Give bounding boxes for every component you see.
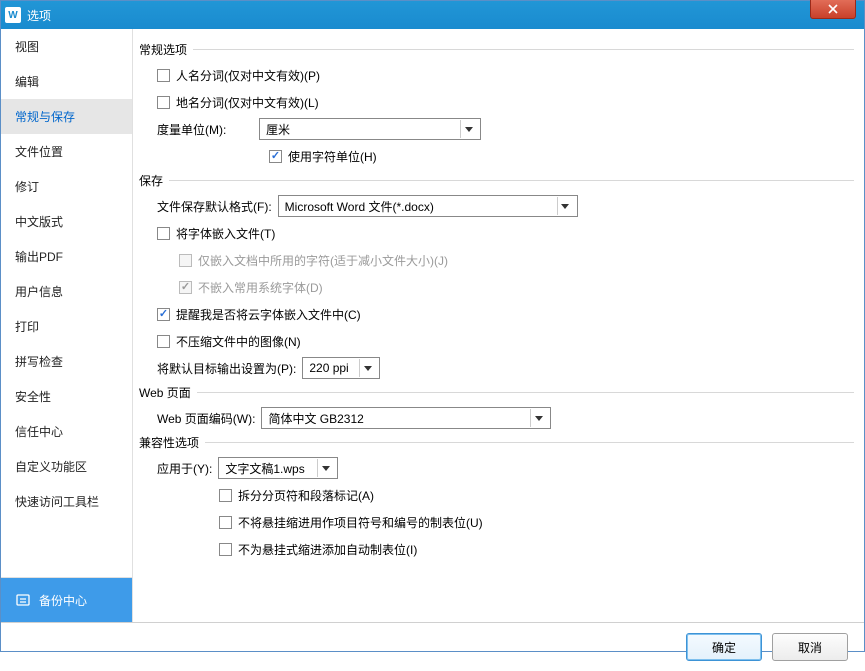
close-button[interactable] xyxy=(810,0,856,19)
checkbox-no-compress[interactable] xyxy=(157,335,170,348)
section-web: Web 页面 xyxy=(139,384,854,401)
checkbox-no-embed-sys xyxy=(179,281,192,294)
select-web-encoding-value: 简体中文 GB2312 xyxy=(268,410,363,427)
checkbox-compat-3[interactable] xyxy=(219,543,232,556)
app-icon: W xyxy=(5,7,21,23)
label-remind-cloud: 提醒我是否将云字体嵌入文件中(C) xyxy=(176,306,361,323)
checkbox-place-split[interactable] xyxy=(157,96,170,109)
chevron-down-icon xyxy=(460,120,476,138)
checkbox-compat-2[interactable] xyxy=(219,516,232,529)
select-unit[interactable]: 厘米 xyxy=(259,118,481,140)
label-compat-2: 不将悬挂缩进用作项目符号和编号的制表位(U) xyxy=(238,514,483,531)
select-web-encoding[interactable]: 简体中文 GB2312 xyxy=(261,407,551,429)
content-pane: 常规选项 人名分词(仅对中文有效)(P) 地名分词(仅对中文有效)(L) 度量单… xyxy=(133,29,864,622)
label-place-split: 地名分词(仅对中文有效)(L) xyxy=(176,94,319,111)
label-web-encoding: Web 页面编码(W): xyxy=(157,410,255,427)
divider xyxy=(169,180,854,181)
sidebar-items: 视图 编辑 常规与保存 文件位置 修订 中文版式 输出PDF 用户信息 打印 拼… xyxy=(1,29,132,578)
sidebar-item-output-pdf[interactable]: 输出PDF xyxy=(1,239,132,274)
checkbox-embed-only-used xyxy=(179,254,192,267)
sidebar-item-print[interactable]: 打印 xyxy=(1,309,132,344)
sidebar-item-revision[interactable]: 修订 xyxy=(1,169,132,204)
select-default-res[interactable]: 220 ppi xyxy=(302,357,380,379)
backup-center-button[interactable]: 备份中心 xyxy=(1,578,132,622)
window-title: 选项 xyxy=(27,7,51,24)
select-default-res-value: 220 ppi xyxy=(309,361,348,375)
checkbox-person-split[interactable] xyxy=(157,69,170,82)
content-scroll[interactable]: 常规选项 人名分词(仅对中文有效)(P) 地名分词(仅对中文有效)(L) 度量单… xyxy=(133,29,864,622)
sidebar-item-security[interactable]: 安全性 xyxy=(1,379,132,414)
select-unit-value: 厘米 xyxy=(266,121,290,138)
sidebar-item-customize-ribbon[interactable]: 自定义功能区 xyxy=(1,449,132,484)
ok-button[interactable]: 确定 xyxy=(686,633,762,661)
sidebar-item-spellcheck[interactable]: 拼写检查 xyxy=(1,344,132,379)
chevron-down-icon xyxy=(557,197,573,215)
checkbox-char-unit[interactable] xyxy=(269,150,282,163)
label-default-res: 将默认目标输出设置为(P): xyxy=(157,360,296,377)
section-save: 保存 xyxy=(139,172,854,189)
label-person-split: 人名分词(仅对中文有效)(P) xyxy=(176,67,320,84)
chevron-down-icon xyxy=(359,359,375,377)
sidebar-item-edit[interactable]: 编辑 xyxy=(1,64,132,99)
sidebar-item-quick-access[interactable]: 快速访问工具栏 xyxy=(1,484,132,519)
sidebar: 视图 编辑 常规与保存 文件位置 修订 中文版式 输出PDF 用户信息 打印 拼… xyxy=(1,29,133,622)
titlebar: W 选项 xyxy=(1,1,864,29)
section-compat: 兼容性选项 xyxy=(139,434,854,451)
sidebar-item-general-save[interactable]: 常规与保存 xyxy=(1,99,132,134)
sidebar-item-view[interactable]: 视图 xyxy=(1,29,132,64)
section-general: 常规选项 xyxy=(139,41,854,58)
checkbox-compat-1[interactable] xyxy=(219,489,232,502)
dialog-footer: 确定 取消 xyxy=(1,623,864,671)
section-general-label: 常规选项 xyxy=(139,41,193,58)
label-no-embed-sys: 不嵌入常用系统字体(D) xyxy=(198,279,323,296)
label-char-unit: 使用字符单位(H) xyxy=(288,148,377,165)
section-compat-label: 兼容性选项 xyxy=(139,434,205,451)
sidebar-item-user-info[interactable]: 用户信息 xyxy=(1,274,132,309)
select-default-fmt-value: Microsoft Word 文件(*.docx) xyxy=(285,198,434,215)
sidebar-item-trust-center[interactable]: 信任中心 xyxy=(1,414,132,449)
select-default-fmt[interactable]: Microsoft Word 文件(*.docx) xyxy=(278,195,578,217)
divider xyxy=(205,442,854,443)
backup-icon xyxy=(15,592,31,608)
sidebar-item-chinese-layout[interactable]: 中文版式 xyxy=(1,204,132,239)
divider xyxy=(197,392,854,393)
select-apply-to-value: 文字文稿1.wps xyxy=(225,460,304,477)
label-embed-only-used: 仅嵌入文档中所用的字符(适于减小文件大小)(J) xyxy=(198,252,448,269)
chevron-down-icon xyxy=(530,409,546,427)
label-default-fmt: 文件保存默认格式(F): xyxy=(157,198,272,215)
sidebar-item-file-location[interactable]: 文件位置 xyxy=(1,134,132,169)
label-compat-3: 不为悬挂式缩进添加自动制表位(I) xyxy=(238,541,417,558)
close-icon xyxy=(828,4,838,14)
cancel-button[interactable]: 取消 xyxy=(772,633,848,661)
label-apply-to: 应用于(Y): xyxy=(157,460,212,477)
label-no-compress: 不压缩文件中的图像(N) xyxy=(176,333,301,350)
label-embed-fonts: 将字体嵌入文件(T) xyxy=(176,225,275,242)
chevron-down-icon xyxy=(317,459,333,477)
section-web-label: Web 页面 xyxy=(139,384,197,401)
section-save-label: 保存 xyxy=(139,172,169,189)
backup-label: 备份中心 xyxy=(39,592,87,609)
checkbox-embed-fonts[interactable] xyxy=(157,227,170,240)
select-apply-to[interactable]: 文字文稿1.wps xyxy=(218,457,338,479)
options-dialog: W 选项 视图 编辑 常规与保存 文件位置 修订 中文版式 输出PDF 用户信息… xyxy=(0,0,865,652)
label-unit: 度量单位(M): xyxy=(157,121,253,138)
label-compat-1: 拆分分页符和段落标记(A) xyxy=(238,487,374,504)
divider xyxy=(193,49,854,50)
checkbox-remind-cloud[interactable] xyxy=(157,308,170,321)
